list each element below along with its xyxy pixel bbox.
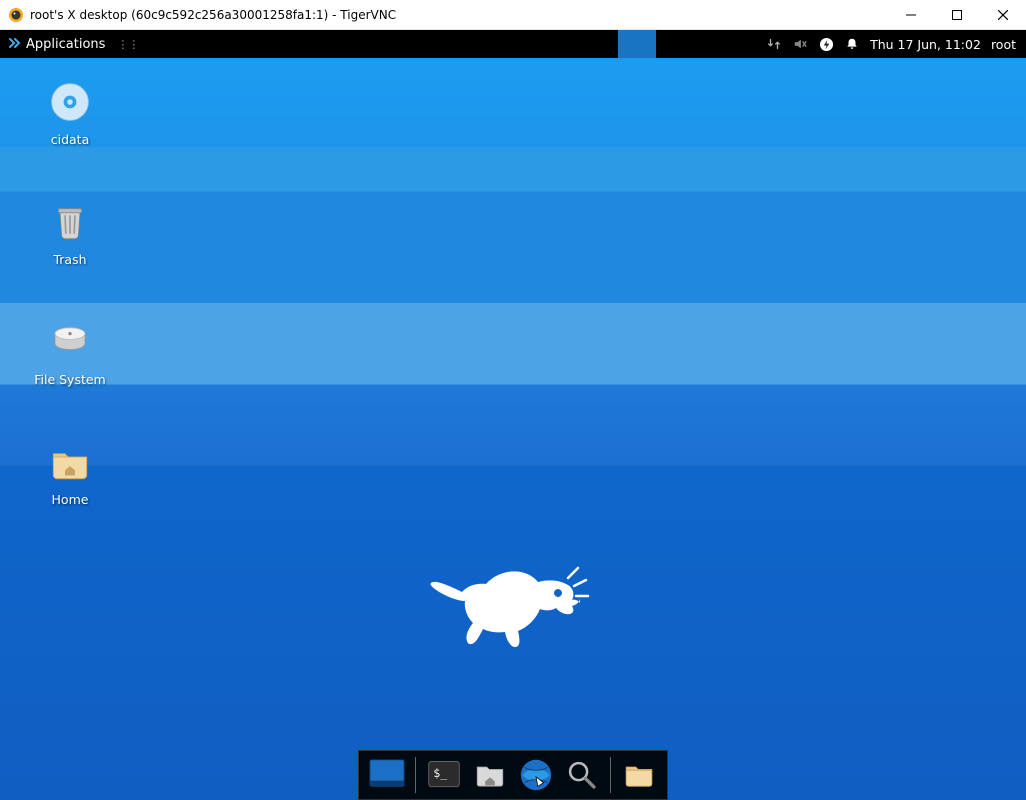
dock-web-browser[interactable] <box>516 755 556 795</box>
notifications-icon[interactable] <box>844 36 860 52</box>
desktop-icon-label: Home <box>20 492 120 507</box>
applications-menu-button[interactable]: Applications <box>0 30 113 58</box>
desktop-icon-label: File System <box>20 372 120 387</box>
dock-file-manager[interactable] <box>470 755 510 795</box>
desktop-area[interactable]: cidata Trash File System <box>0 58 1026 800</box>
trash-icon <box>46 198 94 246</box>
panel-user-label[interactable]: root <box>991 37 1016 52</box>
network-icon[interactable] <box>766 36 782 52</box>
minimize-button[interactable] <box>888 0 934 29</box>
xfce-top-panel: Applications ⋮⋮ Thu 17 Jun, 11:02 root <box>0 30 1026 58</box>
close-button[interactable] <box>980 0 1026 29</box>
maximize-button[interactable] <box>934 0 980 29</box>
desktop-icon-filesystem[interactable]: File System <box>20 318 120 387</box>
dock-terminal[interactable]: $_ <box>424 755 464 795</box>
window-title: root's X desktop (60c9c592c256a30001258f… <box>30 8 888 22</box>
xfce-logo-icon <box>8 37 22 51</box>
dock-app-finder[interactable] <box>562 755 602 795</box>
desktop-icon-trash[interactable]: Trash <box>20 198 120 267</box>
optical-disc-icon <box>46 78 94 126</box>
window-controls <box>888 0 1026 29</box>
panel-clock[interactable]: Thu 17 Jun, 11:02 <box>870 37 981 52</box>
tigervnc-app-icon <box>8 7 24 23</box>
volume-muted-icon[interactable] <box>792 36 808 52</box>
dock-separator <box>610 757 611 793</box>
desktop-icon-label: cidata <box>20 132 120 147</box>
bottom-dock: $_ <box>358 750 668 800</box>
applications-menu-label: Applications <box>26 37 105 52</box>
home-folder-icon <box>46 438 94 486</box>
vnc-window-titlebar: root's X desktop (60c9c592c256a30001258f… <box>0 0 1026 30</box>
taskbar-active-slot[interactable] <box>618 30 656 58</box>
system-tray: Thu 17 Jun, 11:02 root <box>756 30 1026 58</box>
desktop-icon-home[interactable]: Home <box>20 438 120 507</box>
dock-show-desktop[interactable] <box>367 755 407 795</box>
dock-home-folder[interactable] <box>619 755 659 795</box>
power-manager-icon[interactable] <box>818 36 834 52</box>
xfce-mouse-wallpaper-icon <box>430 558 590 678</box>
panel-separator-icon: ⋮⋮ <box>113 38 143 51</box>
harddrive-icon <box>46 318 94 366</box>
desktop-icon-label: Trash <box>20 252 120 267</box>
dock-separator <box>415 757 416 793</box>
svg-text:$_: $_ <box>433 766 448 780</box>
desktop-icon-cidata[interactable]: cidata <box>20 78 120 147</box>
